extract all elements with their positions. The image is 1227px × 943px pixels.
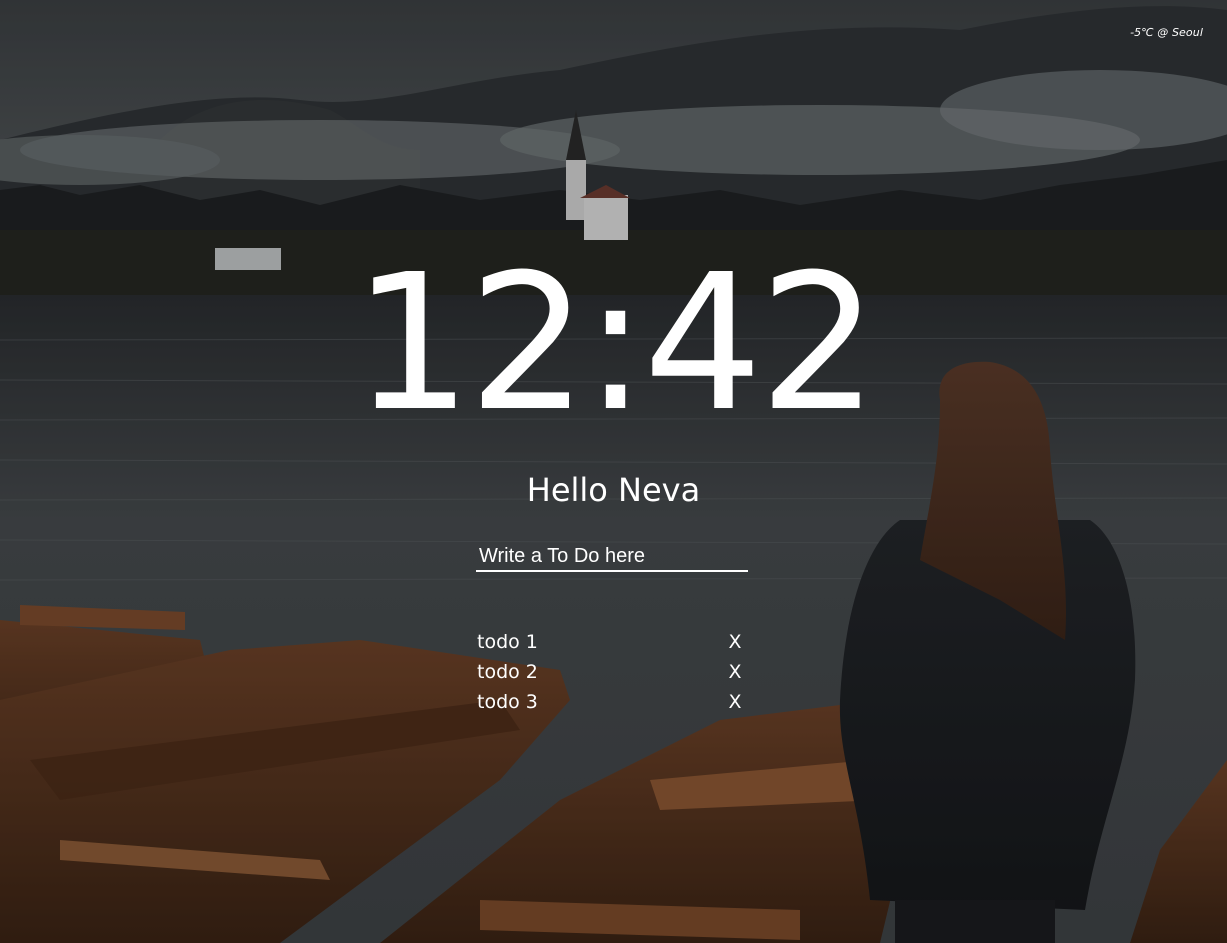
todo-item: todo 1 X <box>477 627 743 657</box>
todo-delete-button[interactable]: X <box>727 631 743 653</box>
greeting: Hello Neva <box>526 471 701 509</box>
todo-delete-button[interactable]: X <box>727 661 743 683</box>
todo-delete-button[interactable]: X <box>727 691 743 713</box>
todo-text: todo 3 <box>477 691 538 713</box>
clock: 12:42 <box>352 234 879 453</box>
todo-input[interactable] <box>476 542 748 572</box>
todo-text: todo 1 <box>477 631 538 653</box>
todo-item: todo 3 X <box>477 687 743 717</box>
momentum-app: -5℃ @ Seoul 12:42 Hello Neva todo 1 X to… <box>0 0 1227 943</box>
todo-form <box>476 542 750 572</box>
weather-text: -5℃ @ Seoul <box>1130 26 1203 39</box>
todo-text: todo 2 <box>477 661 538 683</box>
todo-item: todo 2 X <box>477 657 743 687</box>
todo-list: todo 1 X todo 2 X todo 3 X <box>477 627 743 717</box>
